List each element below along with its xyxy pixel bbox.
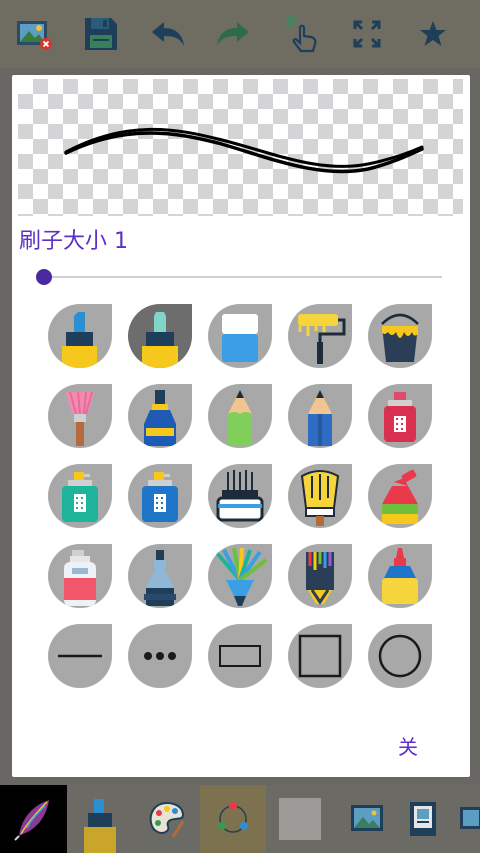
marker-brush[interactable] <box>48 304 112 368</box>
pencil-blue-brush[interactable] <box>288 384 352 448</box>
close-button[interactable]: 关 <box>398 731 418 760</box>
ink-bottle-brush[interactable] <box>128 384 192 448</box>
paint-bucket-brush[interactable] <box>368 304 432 368</box>
glue-bottle-brush[interactable] <box>368 544 432 608</box>
brush-size-slider[interactable] <box>36 264 442 290</box>
spray-teal-brush[interactable] <box>48 464 112 528</box>
spray-red-brush[interactable] <box>368 384 432 448</box>
save-icon[interactable] <box>81 12 121 56</box>
top-toolbar <box>0 0 480 68</box>
palette-icon[interactable] <box>133 785 200 853</box>
spray-blue-brush[interactable] <box>128 464 192 528</box>
rectangle-shape[interactable] <box>208 624 272 688</box>
touch-move-icon[interactable] <box>282 12 322 56</box>
wide-brush[interactable] <box>208 464 272 528</box>
slider-thumb[interactable] <box>36 269 52 285</box>
color-wheel-icon[interactable] <box>200 785 266 853</box>
fullscreen-icon[interactable] <box>347 12 387 56</box>
highlighter-brush[interactable] <box>128 304 192 368</box>
undo-icon[interactable] <box>148 12 188 56</box>
frame-icon[interactable] <box>400 785 446 853</box>
bottle-brush[interactable] <box>128 544 192 608</box>
bottom-toolbar <box>0 785 480 853</box>
brush-preview <box>18 79 463 216</box>
spray-can-brush[interactable] <box>48 544 112 608</box>
brush-size-label: 刷子大小 1 <box>19 229 128 254</box>
image-icon[interactable] <box>333 785 400 853</box>
pencil-green-brush[interactable] <box>208 384 272 448</box>
rainbow-flat-brush[interactable] <box>288 544 352 608</box>
current-color <box>278 798 321 840</box>
tube-brush[interactable] <box>368 464 432 528</box>
eraser-brush[interactable] <box>208 304 272 368</box>
roller-brush[interactable] <box>288 304 352 368</box>
redo-icon[interactable] <box>213 12 253 56</box>
square-shape[interactable] <box>288 624 352 688</box>
image-delete-icon[interactable] <box>14 12 54 56</box>
feather-icon[interactable] <box>0 785 67 853</box>
stroke-preview <box>64 127 424 174</box>
slider-track <box>42 276 442 278</box>
glove-brush[interactable] <box>288 464 352 528</box>
brush-size-dialog: 刷子大小 1 关 <box>12 75 470 777</box>
color-swatch[interactable] <box>266 785 333 853</box>
circle-shape[interactable] <box>368 624 432 688</box>
rainbow-fan-brush[interactable] <box>208 544 272 608</box>
dots-shape[interactable] <box>128 624 192 688</box>
makeup-brush[interactable] <box>48 384 112 448</box>
line-shape[interactable] <box>48 624 112 688</box>
gallery-icon[interactable] <box>446 785 480 853</box>
brush-tool-icon[interactable] <box>67 785 133 853</box>
star-icon[interactable] <box>413 12 453 56</box>
